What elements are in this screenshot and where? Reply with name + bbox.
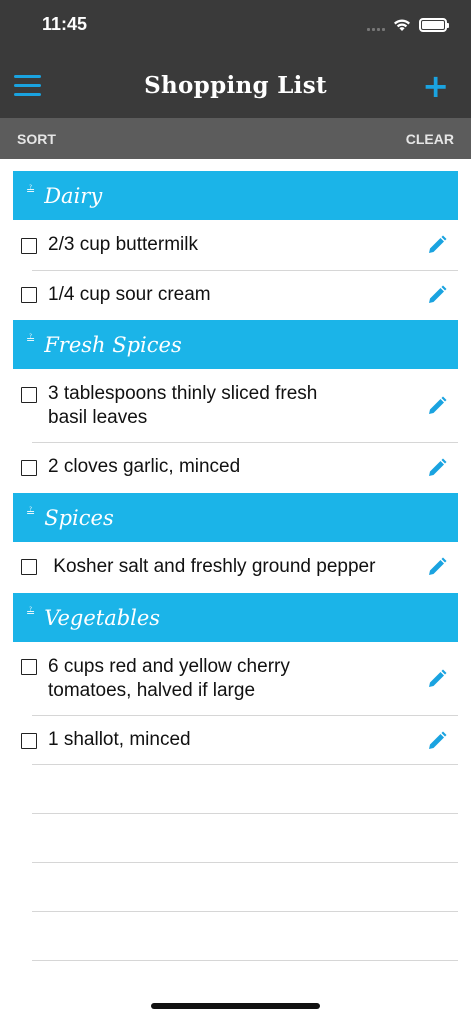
pencil-icon[interactable] (427, 557, 447, 577)
list-item: 6 cups red and yellow cherry tomatoes, h… (0, 642, 471, 715)
chevron-down-icon: ≟ (26, 333, 36, 346)
list-item: 3 tablespoons thinly sliced fresh basil … (0, 369, 471, 442)
section-title: Fresh Spices (44, 332, 182, 357)
list-item: 1 shallot, minced (0, 716, 471, 764)
divider (32, 862, 458, 863)
section-header-spices[interactable]: ≟ Spices (13, 493, 458, 542)
item-checkbox[interactable] (21, 733, 37, 749)
divider (32, 911, 458, 912)
section-header-dairy[interactable]: ≟ Dairy (13, 171, 458, 220)
app-header: 11:45 Shopping List + (0, 0, 471, 118)
item-label: 3 tablespoons thinly sliced fresh basil … (48, 383, 318, 428)
divider (32, 813, 458, 814)
section-title: Dairy (44, 183, 103, 208)
clear-button[interactable]: CLEAR (406, 131, 454, 147)
list-item: 2 cloves garlic, minced (0, 443, 471, 492)
chevron-down-icon: ≟ (26, 606, 36, 619)
list-item: 2/3 cup buttermilk (0, 220, 471, 270)
item-checkbox[interactable] (21, 238, 37, 254)
chevron-down-icon: ≟ (26, 506, 36, 519)
pencil-icon[interactable] (427, 731, 447, 751)
item-checkbox[interactable] (21, 387, 37, 403)
item-label: 1/4 cup sour cream (48, 284, 211, 305)
item-label: 6 cups red and yellow cherry tomatoes, h… (48, 656, 290, 701)
item-label: 2/3 cup buttermilk (48, 234, 198, 255)
pencil-icon[interactable] (427, 669, 447, 689)
page-title: Shopping List (144, 72, 327, 99)
toolbar: SORT CLEAR (0, 118, 471, 159)
sort-button[interactable]: SORT (17, 131, 56, 147)
list-item: Kosher salt and freshly ground pepper (0, 542, 471, 591)
status-time: 11:45 (42, 14, 88, 34)
cellular-signal-icon (367, 19, 385, 31)
item-checkbox[interactable] (21, 460, 37, 476)
section-header-vegetables[interactable]: ≟ Vegetables (13, 593, 458, 642)
pencil-icon[interactable] (427, 458, 447, 478)
divider (32, 764, 458, 765)
item-checkbox[interactable] (21, 559, 37, 575)
section-title: Spices (44, 505, 114, 530)
item-checkbox[interactable] (21, 287, 37, 303)
pencil-icon[interactable] (427, 396, 447, 416)
add-item-button[interactable]: + (422, 70, 449, 102)
battery-icon (419, 18, 449, 32)
item-checkbox[interactable] (21, 659, 37, 675)
chevron-down-icon: ≟ (26, 184, 36, 197)
item-label: 1 shallot, minced (48, 729, 191, 750)
section-title: Vegetables (44, 605, 161, 630)
home-indicator[interactable] (151, 1003, 320, 1009)
pencil-icon[interactable] (427, 235, 447, 255)
wifi-icon (394, 19, 410, 31)
pencil-icon[interactable] (427, 285, 447, 305)
section-header-fresh-spices[interactable]: ≟ Fresh Spices (13, 320, 458, 369)
status-icons (367, 16, 449, 34)
list-item: 1/4 cup sour cream (0, 271, 471, 319)
item-label: 2 cloves garlic, minced (48, 456, 241, 477)
divider (32, 960, 458, 961)
item-label: Kosher salt and freshly ground pepper (48, 556, 376, 577)
